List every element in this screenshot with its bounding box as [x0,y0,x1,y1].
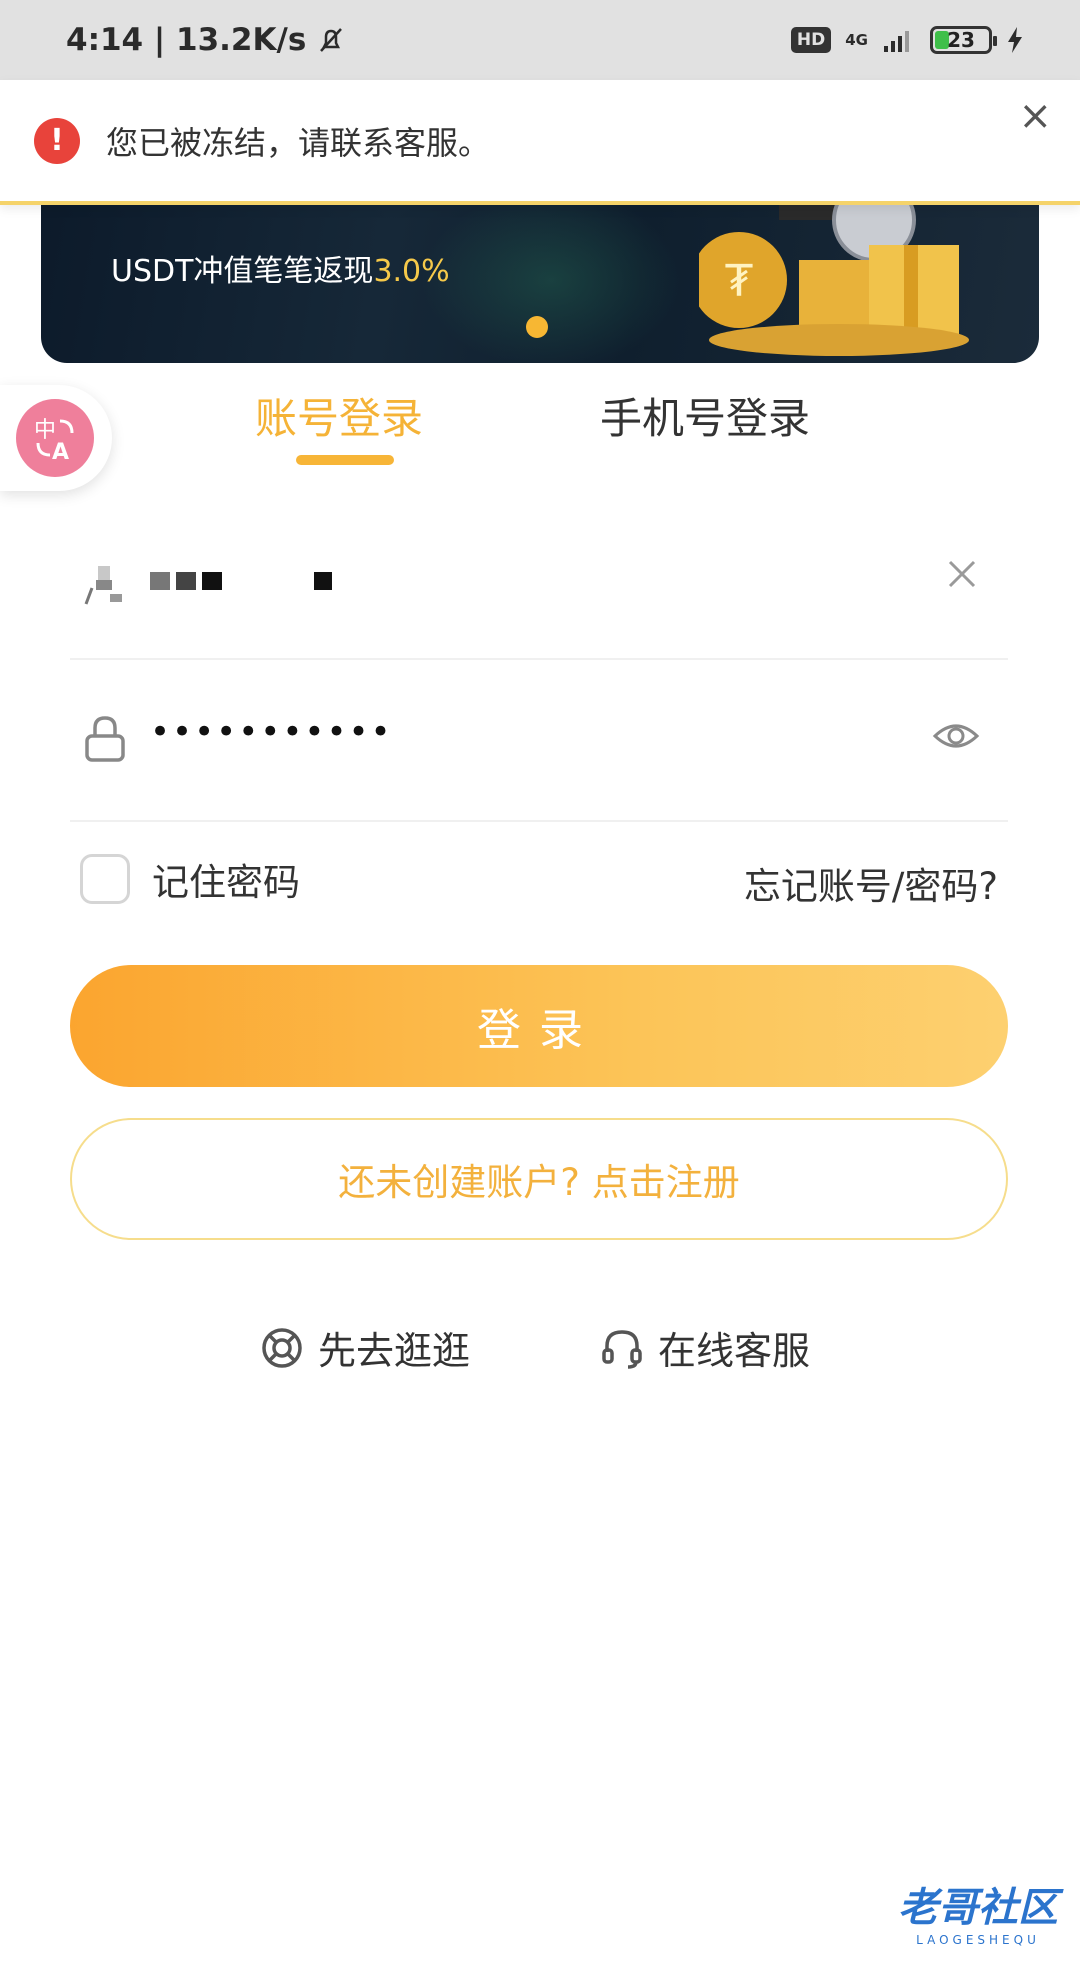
forgot-link[interactable]: 忘记账号/密码? [744,856,998,910]
lifebuoy-icon [262,1327,302,1368]
network-type: 4G [845,30,868,49]
battery-icon: 23 [930,26,997,54]
bottom-links: 先去逛逛 在线客服 [0,1320,1080,1380]
lock-icon [85,716,125,762]
error-toast: ! 您已被冻结，请联系客服。 × [0,80,1080,205]
login-page: 4:14 | 13.2K/s HD 4G 23 USDT冲值笔笔返现3.0% ₮… [0,0,1080,1967]
mute-bell-icon [320,28,343,52]
eye-icon[interactable] [932,718,980,754]
remember-checkbox[interactable] [80,854,130,904]
login-button[interactable]: 登录 [70,965,1008,1087]
user-icon [84,566,122,605]
status-bar: 4:14 | 13.2K/s HD 4G 23 [0,0,1080,80]
close-icon[interactable]: × [1018,96,1052,136]
watermark-sub: LAOGESHEQU [916,1933,1040,1947]
hd-badge: HD [790,27,832,53]
active-tab-indicator [296,455,394,465]
browse-label: 先去逛逛 [318,1329,471,1373]
username-field[interactable] [70,500,1008,660]
error-icon: ! [34,117,80,164]
signal-icon [884,31,909,52]
time-speed: 4:14 | 13.2K/s [66,22,307,58]
password-value: ••••••••••• [150,712,393,752]
support-label: 在线客服 [658,1329,811,1373]
charging-icon [1008,27,1022,53]
toast-message: 您已被冻结，请联系客服。 [106,123,491,162]
clear-icon[interactable] [944,556,980,592]
tab-account-login[interactable]: 账号登录 [255,385,423,446]
status-left: 4:14 | 13.2K/s [66,22,346,58]
banner-subline: USDT冲值笔笔返现3.0% [111,254,450,289]
tab-phone-login[interactable]: 手机号登录 [600,385,810,446]
username-value-masked [150,572,332,590]
password-field[interactable]: ••••••••••• [70,662,1008,822]
register-button[interactable]: 还未创建账户? 点击注册 [70,1118,1008,1240]
remember-label: 记住密码 [152,861,300,904]
headset-icon [602,1329,642,1369]
login-tabs: 账号登录 手机号登录 [0,385,1080,475]
remember-password[interactable]: 记住密码 [80,852,300,906]
carousel-indicator[interactable] [526,316,548,338]
browse-as-guest-link[interactable]: 先去逛逛 [260,1320,470,1375]
svg-text:₮: ₮ [725,256,753,307]
site-watermark-logo: 老哥社区 LAOGESHEQU [898,1875,1058,1947]
online-support-link[interactable]: 在线客服 [600,1320,810,1375]
status-right: HD 4G 23 [790,26,1024,54]
watermark-title: 老哥社区 [898,1885,1058,1931]
